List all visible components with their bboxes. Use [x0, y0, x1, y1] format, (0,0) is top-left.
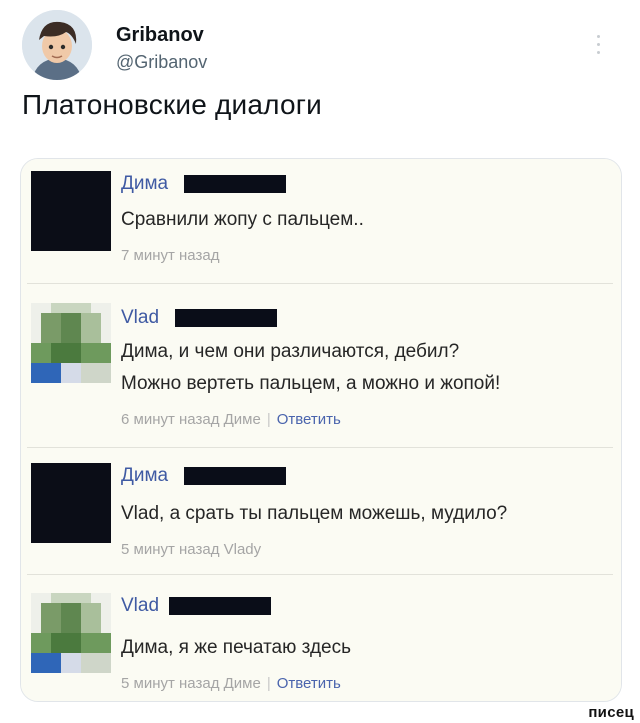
comment-text: Дима, и чем они различаются, дебил? — [121, 341, 460, 362]
commenter-avatar — [31, 593, 111, 673]
comment-text: Дима, я же печатаю здесь — [121, 637, 351, 658]
tweet-media-image[interactable]: Дима Сравнили жопу с пальцем.. 7 минут н… — [20, 158, 622, 702]
commenter-name[interactable]: Дима — [121, 465, 168, 487]
comment-time: 7 минут назад — [121, 247, 220, 264]
comment-item: Дима Сравнили жопу с пальцем.. 7 минут н… — [21, 159, 621, 277]
redaction-bar — [184, 467, 287, 485]
comment-item: Дима Vlad, а срать ты пальцем можешь, му… — [21, 449, 621, 579]
pixelated-avatar-icon — [31, 303, 111, 383]
commenter-name[interactable]: Vlad — [121, 595, 159, 617]
commenter-name[interactable]: Vlad — [121, 307, 159, 329]
more-options-button[interactable] — [588, 26, 608, 62]
comment-header: Vlad — [121, 595, 272, 619]
comment-text: Сравнили жопу с пальцем.. — [121, 209, 364, 230]
comments-screenshot: Дима Сравнили жопу с пальцем.. 7 минут н… — [21, 159, 621, 701]
divider — [27, 283, 613, 284]
comment-item: Vlad Дима, и чем они различаются, дебил?… — [21, 285, 621, 445]
redaction-bar — [175, 309, 278, 327]
pixelated-avatar-icon — [31, 593, 111, 673]
author-name[interactable]: Gribanov — [116, 24, 204, 47]
redaction-bar — [184, 175, 287, 193]
author-avatar[interactable] — [22, 10, 92, 80]
dot-icon — [596, 42, 600, 46]
redaction-bar — [169, 597, 272, 615]
comment-text: Можно вертеть пальцем, а можно и жопой! — [121, 373, 501, 394]
commenter-name[interactable]: Дима — [121, 173, 168, 195]
avatar-illustration-icon — [22, 10, 92, 80]
dot-icon — [596, 34, 600, 38]
commenter-avatar — [31, 171, 111, 251]
comment-header: Дима — [121, 465, 287, 489]
reply-link[interactable]: Ответить — [277, 411, 341, 428]
comment-text: Vlad, а срать ты пальцем можешь, мудило? — [121, 503, 508, 524]
tweet-text: Платоновские диалоги — [22, 89, 322, 120]
divider — [27, 447, 613, 448]
separator: | — [266, 675, 271, 692]
comment-header: Дима — [121, 173, 287, 197]
comment-time: 6 минут назад Диме — [121, 411, 261, 428]
dot-icon — [596, 50, 600, 54]
tweet-header: Gribanov @Gribanov — [22, 10, 622, 84]
reply-link[interactable]: Ответить — [277, 675, 341, 692]
comment-meta: 5 минут назад Vlady — [121, 541, 261, 558]
comment-time: 5 минут назад Диме — [121, 675, 261, 692]
comment-time: 5 минут назад Vlady — [121, 541, 262, 558]
author-handle[interactable]: @Gribanov — [116, 52, 207, 73]
comment-header: Vlad — [121, 307, 278, 331]
comment-item: Vlad Дима, я же печатаю здесь 5 минут на… — [21, 575, 621, 701]
watermark: писец — [588, 704, 634, 721]
comment-meta: 5 минут назад Диме | Ответить — [121, 675, 341, 692]
comment-meta: 6 минут назад Диме | Ответить — [121, 411, 341, 428]
commenter-avatar — [31, 303, 111, 383]
commenter-avatar — [31, 463, 111, 543]
separator: | — [266, 411, 271, 428]
comment-meta: 7 минут назад — [121, 247, 219, 264]
